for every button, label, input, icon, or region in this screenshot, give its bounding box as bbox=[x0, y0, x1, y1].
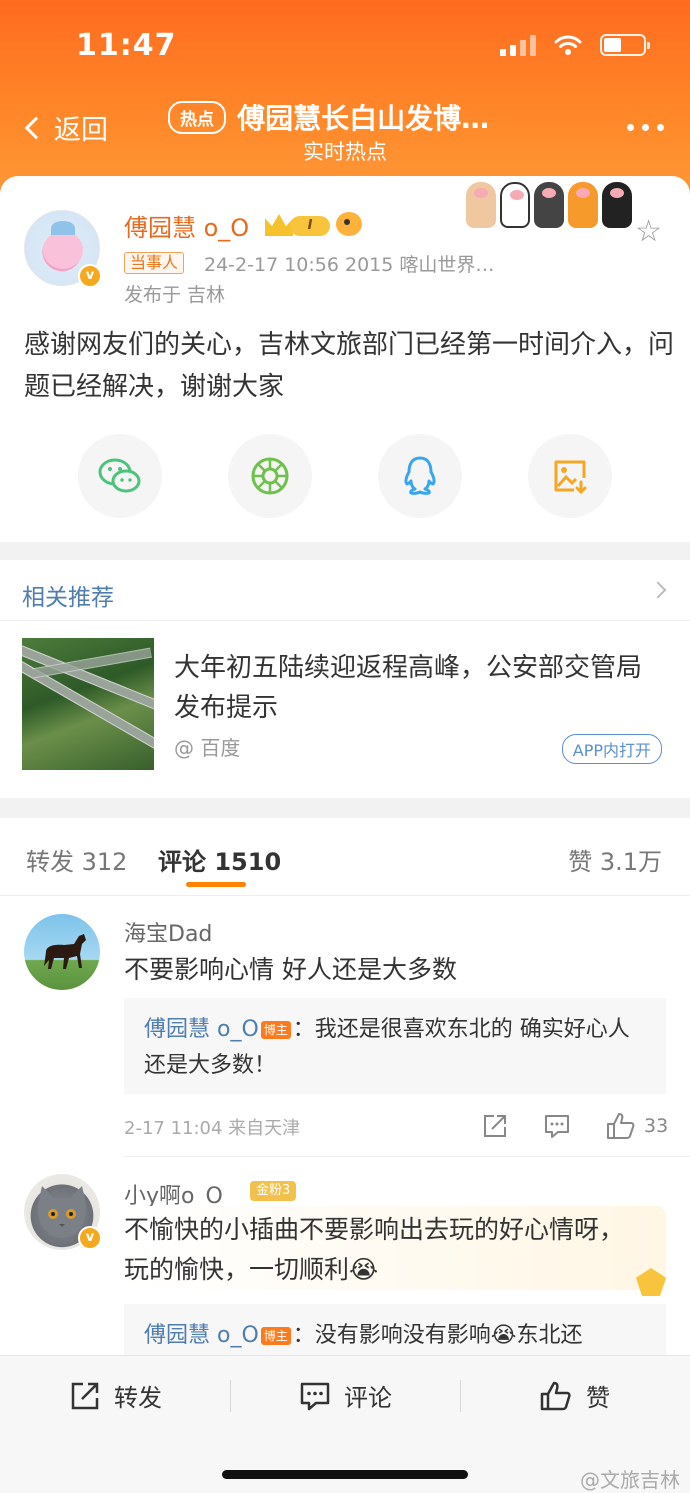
comment-icon[interactable] bbox=[544, 1113, 570, 1139]
verified-icon: v bbox=[78, 264, 102, 288]
share-row bbox=[78, 434, 612, 518]
thumbs-up-icon[interactable] bbox=[606, 1112, 636, 1140]
repost-label: 转发 bbox=[114, 1384, 162, 1412]
more-options-icon[interactable] bbox=[627, 124, 664, 131]
verified-icon: v bbox=[78, 1226, 102, 1250]
signal-icon bbox=[500, 34, 536, 56]
vip-crown-icon bbox=[265, 214, 293, 236]
hot-tag: 热点 bbox=[168, 100, 226, 134]
fan-badge: 金粉3 bbox=[250, 1181, 297, 1201]
qq-icon bbox=[404, 456, 436, 495]
comment-button[interactable]: 评论 bbox=[300, 1378, 392, 1413]
share-moments-button[interactable] bbox=[228, 434, 312, 518]
moments-icon bbox=[251, 457, 289, 495]
reply-author[interactable]: 傅园慧 o_O bbox=[144, 1323, 259, 1348]
related-recommendations: 相关推荐 大年初五陆续迎返程高峰，公安部交管局发布提示 @ 百度 APP内打开 bbox=[0, 560, 690, 798]
reply-box[interactable]: 傅园慧 o_O 博主 ：我还是很喜欢东北的 确实好心人还是大多数！ bbox=[124, 998, 666, 1094]
level-badge: I bbox=[290, 216, 330, 236]
chevron-right-icon[interactable] bbox=[649, 581, 667, 599]
comment-tabs: 转发 312 评论 1510 赞 3.1万 bbox=[0, 818, 690, 896]
repost-icon bbox=[71, 1382, 99, 1409]
reply-author[interactable]: 傅园慧 o_O bbox=[144, 1017, 259, 1042]
tab-comments[interactable]: 评论 1510 bbox=[158, 842, 281, 877]
blogger-tag: 博主 bbox=[260, 1327, 291, 1345]
tab-likes-label: 赞 bbox=[568, 848, 593, 876]
star-icon[interactable]: ☆ bbox=[635, 214, 662, 249]
comment-text: 不要影响心情 好人还是大多数 bbox=[124, 955, 457, 984]
tab-comments-label: 评论 bbox=[158, 848, 206, 876]
save-image-button[interactable] bbox=[528, 434, 612, 518]
open-in-app-button[interactable]: APP内打开 bbox=[561, 734, 662, 764]
separator bbox=[460, 1380, 461, 1412]
comment-label: 评论 bbox=[344, 1384, 392, 1412]
reply-text: ：没有影响没有影响😭东北还 bbox=[292, 1323, 583, 1348]
comment-meta: 2-17 11:04 来自天津 bbox=[124, 1118, 301, 1139]
cat-paws-decoration bbox=[466, 182, 632, 228]
related-headline[interactable]: 大年初五陆续迎返程高峰，公安部交管局发布提示 bbox=[174, 648, 654, 728]
related-source: @ 百度 bbox=[174, 736, 241, 760]
save-image-icon bbox=[554, 460, 587, 495]
comment-actions: 33 bbox=[482, 1112, 668, 1140]
comment-text: 不愉快的小插曲不要影响出去玩的好心情呀，玩的愉快，一切顺利😭 bbox=[124, 1215, 625, 1284]
page-subtitle: 实时热点 bbox=[303, 140, 387, 164]
status-time: 11:47 bbox=[76, 28, 177, 63]
role-tag: 当事人 bbox=[124, 252, 185, 274]
wifi-icon bbox=[554, 35, 582, 55]
like-button[interactable]: 赞 bbox=[540, 1378, 610, 1413]
tab-comments-count: 1510 bbox=[214, 848, 282, 876]
post-location: 发布于 吉林 bbox=[124, 284, 226, 306]
tab-likes-count: 3.1万 bbox=[599, 848, 662, 876]
comment-icon bbox=[300, 1382, 330, 1410]
author-name[interactable]: 傅园慧 o_O bbox=[124, 208, 249, 243]
separator bbox=[230, 1380, 231, 1412]
post-text: 感谢网友们的关心，吉林文旅部门已经第一时间介入，问题已经解决，谢谢大家 bbox=[24, 330, 675, 402]
post-card: v 傅园慧 o_O I ☆ 当事人 24-2-17 10:56 2015 喀山世… bbox=[0, 176, 690, 542]
author-avatar[interactable]: v bbox=[24, 210, 102, 288]
repost-button[interactable]: 转发 bbox=[70, 1378, 162, 1413]
related-title: 相关推荐 bbox=[22, 585, 114, 611]
wechat-icon bbox=[98, 458, 141, 493]
reply-box[interactable]: 傅园慧 o_O 博主 ：没有影响没有影响😭东北还 bbox=[124, 1304, 666, 1358]
post-meta: 24-2-17 10:56 2015 喀山世界… bbox=[204, 254, 495, 276]
divider bbox=[0, 620, 690, 621]
tab-reposts[interactable]: 转发 312 bbox=[26, 842, 127, 877]
related-thumbnail[interactable] bbox=[22, 638, 154, 770]
like-count: 33 bbox=[644, 1115, 669, 1137]
thumbs-up-icon bbox=[540, 1381, 571, 1410]
battery-icon bbox=[600, 34, 650, 56]
page-title: 傅园慧长白山发博… bbox=[237, 102, 490, 135]
status-icons bbox=[500, 34, 650, 56]
watermark: @文旅吉林 bbox=[580, 1468, 680, 1492]
home-indicator[interactable] bbox=[222, 1470, 468, 1479]
nav-title-group: 热点 傅园慧长白山发博… bbox=[168, 97, 528, 137]
active-tab-indicator bbox=[186, 882, 246, 887]
commenter-name[interactable]: 海宝Dad bbox=[124, 916, 212, 948]
blogger-tag: 博主 bbox=[260, 1021, 291, 1039]
like-label: 赞 bbox=[586, 1384, 610, 1412]
share-qq-button[interactable] bbox=[378, 434, 462, 518]
tab-reposts-count: 312 bbox=[81, 848, 128, 876]
horse-icon bbox=[44, 934, 86, 969]
divider bbox=[124, 1156, 690, 1157]
tab-likes[interactable]: 赞 3.1万 bbox=[568, 842, 662, 877]
share-wechat-button[interactable] bbox=[78, 434, 162, 518]
fish-badge-icon bbox=[336, 212, 362, 236]
tab-reposts-label: 转发 bbox=[26, 848, 74, 876]
comments-section: 转发 312 评论 1510 赞 3.1万 海宝Dad 不要影响心情 好人还是大… bbox=[0, 818, 690, 1358]
commenter-avatar[interactable] bbox=[24, 914, 100, 990]
repost-icon[interactable] bbox=[482, 1113, 508, 1139]
